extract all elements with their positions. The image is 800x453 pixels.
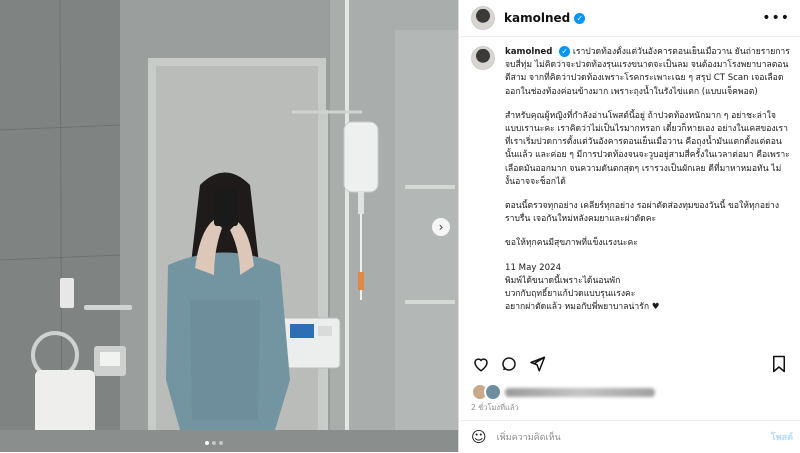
caption-block: kamolned ✓ เราปวดท้องตั้งแต่วันอังคารตอน… <box>471 46 795 346</box>
post-photo[interactable]: › <box>0 0 458 452</box>
smile-icon[interactable]: ☺ <box>471 428 487 446</box>
caption-text: kamolned ✓ เราปวดท้องตั้งแต่วันอังคารตอน… <box>505 46 791 325</box>
post-comment-button[interactable]: โพสต์ <box>771 430 793 444</box>
heart-icon[interactable] <box>471 354 491 374</box>
share-icon[interactable] <box>527 354 547 374</box>
instagram-post: › kamolned ✓ ••• kamolned ✓ เราปวดท้องตั… <box>0 0 800 452</box>
avatar[interactable] <box>471 6 495 30</box>
caption-avatar[interactable] <box>471 46 495 70</box>
verified-badge-icon: ✓ <box>559 46 571 57</box>
carousel-dot <box>219 441 223 445</box>
mirror-selfie-illustration <box>0 0 458 452</box>
header-username[interactable]: kamolned <box>504 11 570 25</box>
caption-paragraph-3: ตอนนี้ตรวจทุกอย่าง เคลียร์ทุกอย่าง รอผ่า… <box>505 201 780 225</box>
comment-input[interactable]: เพิ่มความคิดเห็น <box>497 430 561 444</box>
caption-paragraph-4: ขอให้ทุกคนมีสุขภาพที่แข็งแรงนะคะ <box>505 238 638 249</box>
comment-box: ☺ เพิ่มความคิดเห็น โพสต์ <box>459 420 800 453</box>
comment-icon[interactable] <box>499 354 519 374</box>
post-timestamp[interactable]: 2 ชั่วโมงที่แล้ว <box>471 402 519 414</box>
caption-paragraph-5: 11 May 2024 พิมพ์ได้ขนาดนี้เพราะได้นอนพั… <box>505 262 660 313</box>
likes-text-blurred <box>505 387 655 397</box>
caption-username[interactable]: kamolned <box>505 47 552 57</box>
verified-badge-icon: ✓ <box>574 12 586 24</box>
next-slide-button[interactable]: › <box>432 218 450 236</box>
action-bar <box>471 354 789 376</box>
bookmark-icon[interactable] <box>769 354 789 374</box>
likes-row[interactable] <box>471 383 655 401</box>
post-header: kamolned ✓ ••• <box>459 0 800 37</box>
post-panel: kamolned ✓ ••• kamolned ✓ เราปวดท้องตั้ง… <box>458 0 800 452</box>
more-horizontal-icon[interactable]: ••• <box>762 10 790 26</box>
carousel-dot <box>205 441 209 445</box>
caption-paragraph-2: สำหรับคุณผู้หญิงที่กำลังอ่านโพสต์นี้อยู่… <box>505 110 790 187</box>
carousel-dot <box>212 441 216 445</box>
caption-paragraph: kamolned ✓ เราปวดท้องตั้งแต่วันอังคารตอน… <box>505 46 791 99</box>
liker-avatar <box>484 383 502 401</box>
carousel-dots <box>205 441 223 445</box>
chevron-right-icon: › <box>438 220 444 234</box>
